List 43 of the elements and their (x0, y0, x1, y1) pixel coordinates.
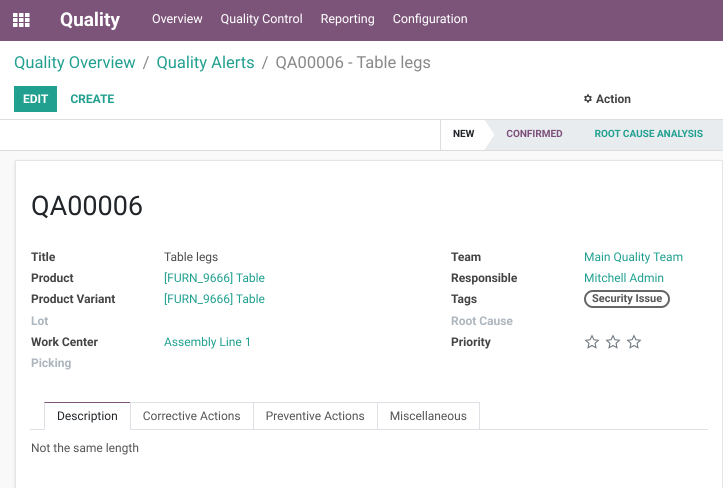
menu-item[interactable]: Configuration (392, 11, 468, 30)
field-label: Priority (451, 334, 492, 352)
star-icon[interactable] (584, 334, 600, 350)
field-label: Root Cause (451, 312, 514, 330)
menu-item[interactable]: Overview (152, 11, 203, 30)
breadcrumb-separator: / (262, 53, 268, 75)
field-label: Product (31, 270, 75, 288)
priority-stars[interactable] (584, 334, 642, 350)
field-link[interactable]: [FURN_9666] Table (164, 290, 265, 308)
create-button[interactable]: CREATE (57, 86, 128, 112)
tab[interactable]: Corrective Actions (130, 402, 254, 430)
field-label: Title (31, 248, 56, 266)
field-label: Lot (31, 312, 50, 330)
field-label: Picking (31, 355, 72, 372)
breadcrumb-link[interactable]: Quality Alerts (156, 52, 255, 77)
star-icon[interactable] (626, 334, 642, 350)
field-label: Work Center (31, 334, 99, 352)
breadcrumb-separator: / (142, 53, 150, 75)
gear-icon (582, 93, 593, 104)
field-label: Tags (451, 291, 478, 308)
tab[interactable]: Description (44, 402, 131, 430)
edit-button[interactable]: EDIT (14, 86, 58, 112)
field-label: Responsible (451, 270, 518, 288)
tab[interactable]: Miscellaneous (376, 402, 480, 430)
description-text: Not the same length (31, 440, 140, 458)
field-link[interactable]: Assembly Line 1 (164, 333, 252, 352)
action-button[interactable]: Action (582, 90, 631, 108)
apps-grid-icon[interactable] (13, 13, 30, 28)
status-stage[interactable]: NEW (440, 120, 494, 150)
field-link[interactable]: Main Quality Team (584, 248, 684, 266)
field-label: Team (451, 248, 482, 266)
star-icon[interactable] (605, 334, 621, 350)
breadcrumb-current: QA00006 - Table legs (275, 53, 431, 75)
menu-item[interactable]: Quality Control (220, 11, 303, 30)
tag-badge[interactable]: Security Issue (584, 290, 670, 308)
field-link[interactable]: Mitchell Admin (584, 269, 664, 288)
field-label: Product Variant (31, 291, 116, 308)
app-title[interactable]: Quality (60, 6, 120, 35)
menu-item[interactable]: Reporting (320, 11, 375, 30)
record-title: QA00006 (31, 188, 144, 224)
field-value: Table legs (164, 248, 218, 266)
breadcrumb-link[interactable]: Quality Overview (14, 52, 136, 77)
field-link[interactable]: [FURN_9666] Table (164, 269, 265, 288)
